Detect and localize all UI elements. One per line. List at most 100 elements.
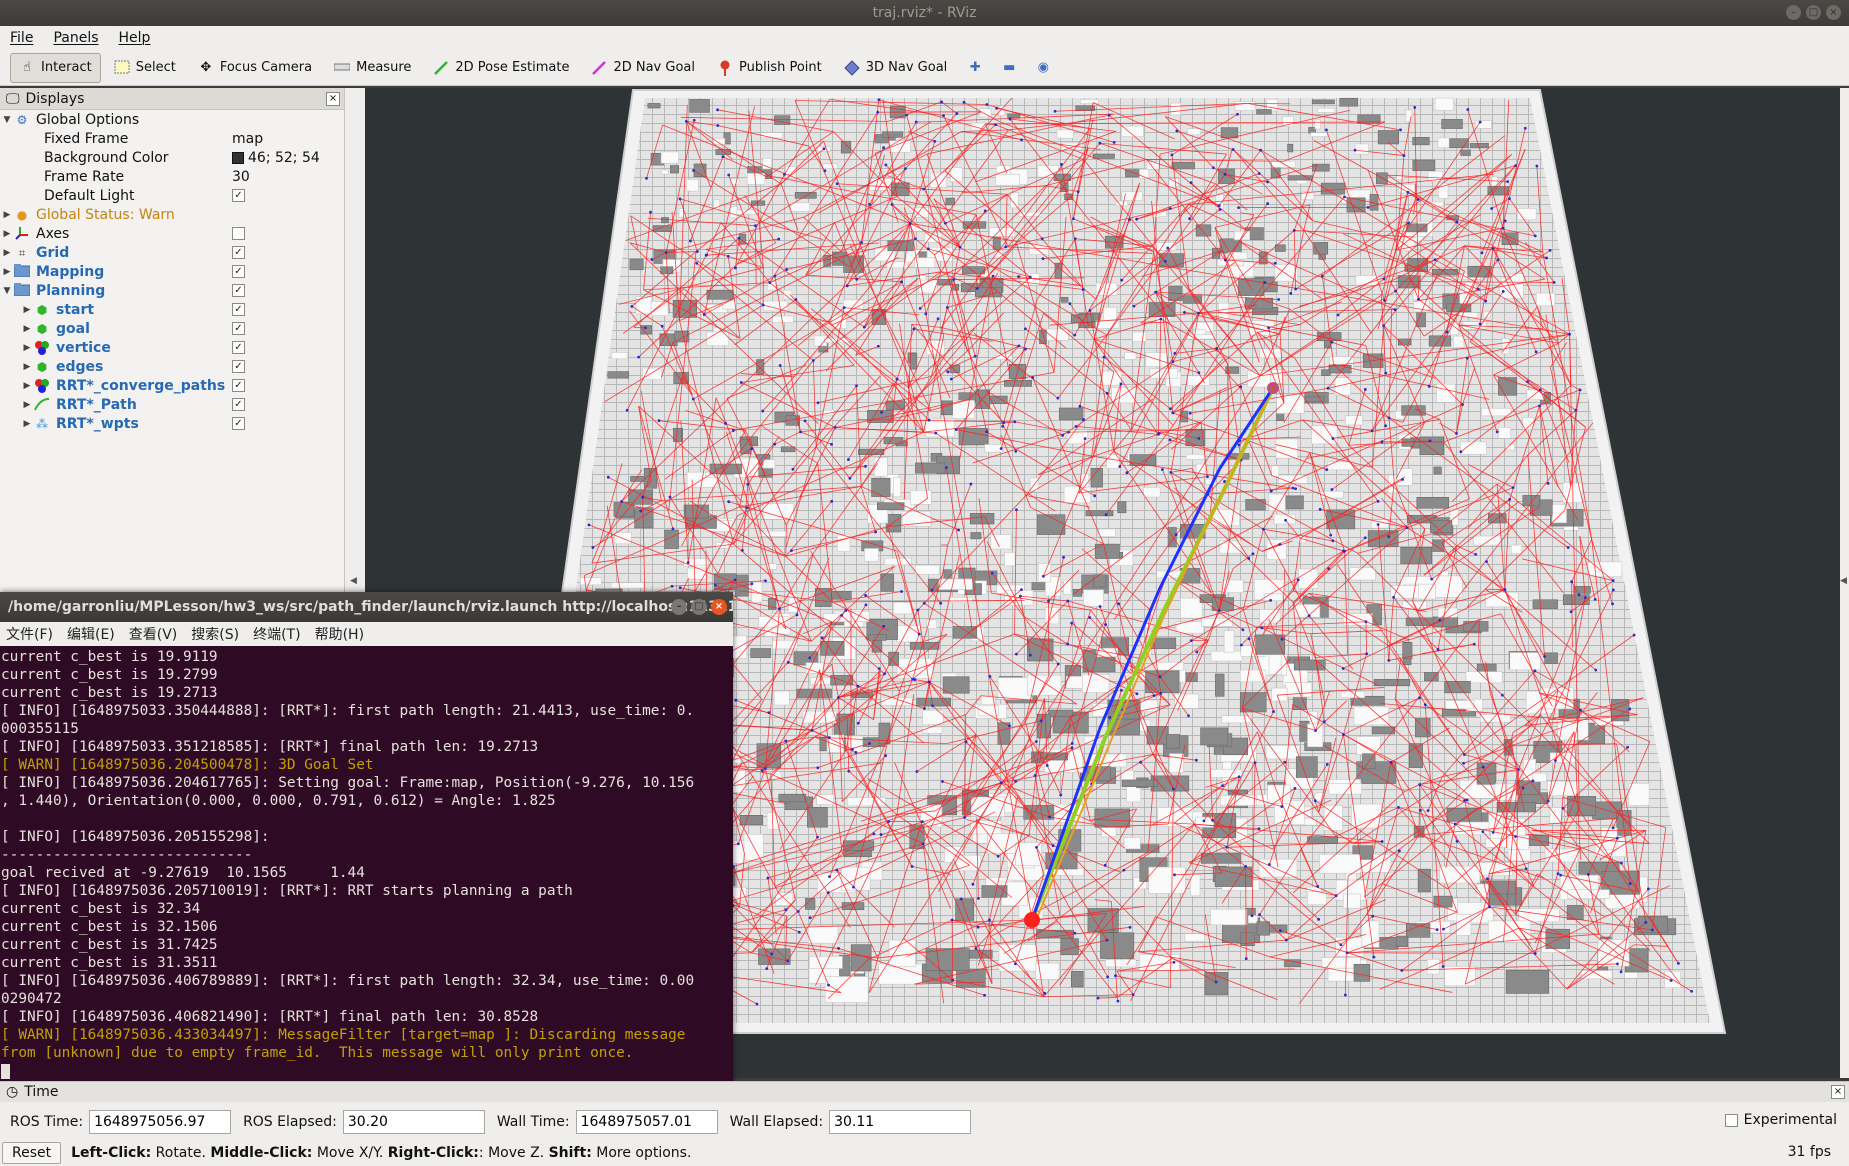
collapse-left-icon[interactable]: ◀ xyxy=(350,576,357,586)
grid-checkbox[interactable]: ✓ xyxy=(232,246,245,259)
tree-grid[interactable]: ▶ ⌗ Grid ✓ xyxy=(0,243,344,262)
expand-right-icon[interactable]: ▶ xyxy=(0,210,14,220)
expand-right-icon[interactable]: ▶ xyxy=(0,267,14,277)
displays-header: 🖵 Displays × xyxy=(0,88,344,110)
terminal-maximize-icon[interactable]: □ xyxy=(691,599,707,615)
mapping-checkbox[interactable]: ✓ xyxy=(232,265,245,278)
tree-start[interactable]: ▶ ⬢ start ✓ xyxy=(0,300,344,319)
expand-down-icon[interactable]: ▼ xyxy=(0,115,14,125)
tree-fixed-frame[interactable]: Fixed Frame map xyxy=(0,129,344,148)
select-button[interactable]: Select xyxy=(105,53,185,83)
menu-help[interactable]: Help xyxy=(119,30,151,46)
terminal-menu-file[interactable]: 文件(F) xyxy=(6,624,53,644)
axes-checkbox[interactable] xyxy=(232,227,245,240)
menu-file[interactable]: File xyxy=(10,30,33,46)
tree-rrt-path[interactable]: ▶ RRT*_Path ✓ xyxy=(0,395,344,414)
expand-right-icon[interactable]: ▶ xyxy=(20,362,34,372)
close-panel-icon[interactable]: × xyxy=(326,91,340,106)
tree-goal[interactable]: ▶ ⬢ goal ✓ xyxy=(0,319,344,338)
wall-elapsed-field[interactable] xyxy=(829,1110,972,1134)
tree-edges[interactable]: ▶ ⬢ edges ✓ xyxy=(0,357,344,376)
terminal-line: goal recived at -9.27619 10.1565 1.44 xyxy=(1,865,365,881)
nav-goal-button[interactable]: 2D Nav Goal xyxy=(582,53,704,83)
status-hint: Left-Click: Rotate. Middle-Click: Move X… xyxy=(71,1145,691,1161)
magenta-arrow-icon xyxy=(591,60,607,76)
terminal-line: [ INFO] [1648975036.204617765]: Setting … xyxy=(1,775,695,791)
tree-planning[interactable]: ▼ Planning ✓ xyxy=(0,281,344,300)
expand-right-icon[interactable]: ▶ xyxy=(20,419,34,429)
rrt-wpts-checkbox[interactable]: ✓ xyxy=(232,417,245,430)
rrt-path-checkbox[interactable]: ✓ xyxy=(232,398,245,411)
terminal-close-icon[interactable]: × xyxy=(711,599,727,615)
close-time-panel-icon[interactable]: × xyxy=(1831,1085,1845,1099)
ros-elapsed-field[interactable] xyxy=(342,1110,485,1134)
terminal-menu-terminal[interactable]: 终端(T) xyxy=(253,624,300,644)
edges-label: edges xyxy=(56,358,104,375)
terminal-window[interactable]: /home/garronliu/MPLesson/hw3_ws/src/path… xyxy=(0,592,733,1089)
terminal-output[interactable]: current c_best is 19.9119 current c_best … xyxy=(0,646,733,1080)
tree-rrt-wpts[interactable]: ▶ ⁂ RRT*_wpts ✓ xyxy=(0,414,344,433)
frame-rate-value[interactable]: 30 xyxy=(232,169,250,185)
terminal-menu-help[interactable]: 帮助(H) xyxy=(315,624,364,644)
planning-checkbox[interactable]: ✓ xyxy=(232,284,245,297)
background-color-text: 46; 52; 54 xyxy=(248,149,320,166)
default-light-checkbox[interactable]: ✓ xyxy=(232,189,245,202)
hint-middle-click-desc: Move X/Y. xyxy=(316,1145,384,1161)
tree-axes[interactable]: ▶ Axes xyxy=(0,224,344,243)
terminal-menu-search[interactable]: 搜索(S) xyxy=(191,624,239,644)
expand-right-icon[interactable]: ▶ xyxy=(20,324,34,334)
expand-right-icon[interactable]: ▶ xyxy=(20,381,34,391)
tree-mapping[interactable]: ▶ Mapping ✓ xyxy=(0,262,344,281)
minimize-icon[interactable]: – xyxy=(1786,5,1801,20)
expand-right-icon[interactable]: ▶ xyxy=(0,248,14,258)
remove-tool-button[interactable]: ▬ xyxy=(994,53,1024,83)
tree-default-light[interactable]: Default Light ✓ xyxy=(0,186,344,205)
terminal-minimize-icon[interactable]: – xyxy=(671,599,687,615)
ros-time-field[interactable] xyxy=(89,1110,232,1134)
collapse-right-icon[interactable]: ◀ xyxy=(1840,576,1847,586)
maximize-icon[interactable]: □ xyxy=(1806,5,1821,20)
expand-right-icon[interactable]: ▶ xyxy=(20,305,34,315)
fixed-frame-value[interactable]: map xyxy=(232,131,263,147)
background-color-value[interactable]: 46; 52; 54 xyxy=(232,150,320,166)
tree-converge-paths[interactable]: ▶ RRT*_converge_paths ✓ xyxy=(0,376,344,395)
expand-right-icon[interactable]: ▶ xyxy=(20,400,34,410)
converge-paths-checkbox[interactable]: ✓ xyxy=(232,379,245,392)
tool-properties-button[interactable]: ◉ xyxy=(1028,53,1058,83)
terminal-menu-edit[interactable]: 编辑(E) xyxy=(67,624,115,644)
expand-right-icon[interactable]: ▶ xyxy=(20,343,34,353)
expand-down-icon[interactable]: ▼ xyxy=(0,286,14,296)
expand-right-icon[interactable]: ▶ xyxy=(0,229,14,239)
experimental-checkbox[interactable] xyxy=(1724,1113,1738,1127)
measure-button[interactable]: Measure xyxy=(325,53,420,83)
tree-frame-rate[interactable]: Frame Rate 30 xyxy=(0,167,344,186)
color-swatch xyxy=(232,151,244,164)
tree-global-options[interactable]: ▼ ⚙ Global Options xyxy=(0,110,344,129)
terminal-menu-view[interactable]: 查看(V) xyxy=(129,624,178,644)
window-titlebar: traj.rviz* - RViz – □ × xyxy=(0,0,1849,26)
folder-icon xyxy=(13,282,31,299)
pose-estimate-button[interactable]: 2D Pose Estimate xyxy=(424,53,578,83)
global-options-label: Global Options xyxy=(36,111,140,128)
menu-panels[interactable]: Panels xyxy=(53,30,98,46)
goal-checkbox[interactable]: ✓ xyxy=(232,322,245,335)
right-splitter[interactable]: ◀ xyxy=(1840,88,1849,1078)
panel-splitter[interactable]: ◀ xyxy=(345,88,365,592)
publish-point-button[interactable]: Publish Point xyxy=(708,53,831,83)
wall-time-field[interactable] xyxy=(575,1110,718,1134)
focus-camera-button[interactable]: ✥ Focus Camera xyxy=(189,53,321,83)
nav-goal-3d-button[interactable]: 3D Nav Goal xyxy=(835,53,957,83)
experimental-toggle[interactable]: Experimental xyxy=(1724,1112,1837,1128)
close-icon[interactable]: × xyxy=(1826,5,1841,20)
reset-button[interactable]: Reset xyxy=(2,1142,62,1164)
tree-global-status[interactable]: ▶ ● Global Status: Warn xyxy=(0,205,344,224)
edges-checkbox[interactable]: ✓ xyxy=(232,360,245,373)
terminal-line: current c_best is 19.2799 xyxy=(1,667,218,683)
add-tool-button[interactable]: ✚ xyxy=(960,53,990,83)
vertice-checkbox[interactable]: ✓ xyxy=(232,341,245,354)
start-checkbox[interactable]: ✓ xyxy=(232,303,245,316)
tree-background-color[interactable]: Background Color 46; 52; 54 xyxy=(0,148,344,167)
tree-vertice[interactable]: ▶ vertice ✓ xyxy=(0,338,344,357)
interact-button[interactable]: ☝ Interact xyxy=(10,52,101,83)
status-bar: Reset Left-Click: Rotate. Middle-Click: … xyxy=(2,1142,691,1164)
